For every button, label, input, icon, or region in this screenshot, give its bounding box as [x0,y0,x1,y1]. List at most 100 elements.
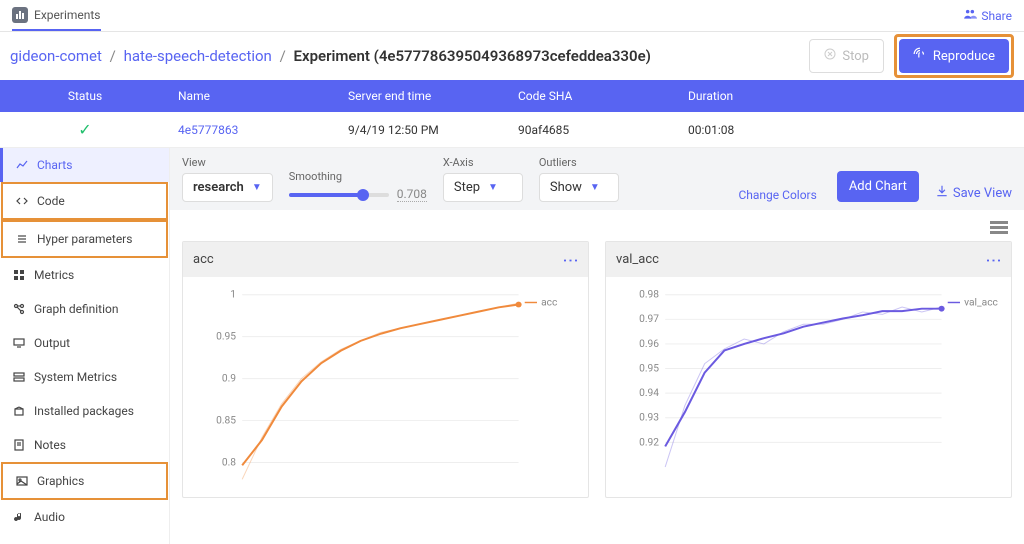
outliers-select[interactable]: Show ▼ [539,173,619,202]
breadcrumb-user[interactable]: gideon-comet [10,47,102,65]
svg-text:0.97: 0.97 [639,314,659,325]
sidebar-item-installed-packages[interactable]: Installed packages [0,394,169,428]
monitor-icon [12,336,26,350]
sidebar-label: Hyper parameters [37,232,132,246]
dur-cell: 00:01:08 [680,123,850,137]
change-colors-link[interactable]: Change Colors [734,188,820,202]
sidebar-label: Metrics [34,268,74,282]
action-buttons: Stop Reproduce [809,34,1014,78]
add-chart-button[interactable]: Add Chart [837,171,919,202]
breadcrumb-sep: / [110,47,116,65]
xaxis-value: Step [454,180,480,195]
svg-text:acc: acc [541,298,557,309]
chart-body-val-acc[interactable]: 0.920.930.940.950.960.970.98val_acc [606,277,1011,497]
table-header: Status Name Server end time Code SHA Dur… [0,80,1024,112]
download-icon [935,184,949,202]
stop-label: Stop [842,49,869,64]
sidebar-item-output[interactable]: Output [0,326,169,360]
breadcrumb-experiment: Experiment (4e577786395049368973cefeddea… [294,47,651,65]
reproduce-button[interactable]: Reproduce [899,39,1009,73]
stop-icon [824,48,836,64]
chart-card-acc: acc ⋮ 0.80.850.90.951acc [182,241,589,498]
svg-text:0.92: 0.92 [639,437,659,448]
sidebar-label: Graphics [37,474,84,488]
highlight-code: Code [1,182,168,220]
svg-text:0.96: 0.96 [639,339,659,350]
tab-label: Experiments [34,8,101,22]
people-icon [963,7,977,24]
share-button[interactable]: Share [963,7,1012,24]
sidebar-item-audio[interactable]: Audio [0,500,169,534]
package-icon [12,404,26,418]
tab-experiments[interactable]: Experiments [12,7,101,31]
stop-button[interactable]: Stop [809,39,884,73]
chevron-down-icon: ▼ [590,182,600,193]
save-view-button[interactable]: Save View [935,184,1012,202]
chevron-down-icon: ▼ [488,182,498,193]
svg-text:0.95: 0.95 [216,332,236,343]
time-cell: 9/4/19 12:50 PM [340,123,510,137]
sidebar-item-graphics[interactable]: Graphics [3,464,166,498]
sidebar-label: Notes [34,438,66,452]
xaxis-label: X-Axis [443,156,523,169]
more-icon[interactable]: ⋮ [985,253,1004,267]
music-note-icon [12,510,26,524]
sha-cell: 90af4685 [510,123,680,137]
col-sha: Code SHA [510,89,680,103]
chart-title: acc [193,252,214,267]
svg-text:0.85: 0.85 [216,416,236,427]
highlight-reproduce: Reproduce [894,34,1014,78]
smoothing-value[interactable]: 0.708 [397,187,427,202]
breadcrumb: gideon-comet / hate-speech-detection / E… [10,47,651,65]
grid-icon [12,268,26,282]
layout-toggle[interactable] [182,218,1012,241]
sidebar-item-metrics[interactable]: Metrics [0,258,169,292]
sidebar-item-code[interactable]: Code [3,184,166,218]
sidebar-label: Installed packages [34,404,134,418]
list-icon [15,232,29,246]
charts-area: acc ⋮ 0.80.850.90.951acc val_acc ⋮ 0.920… [170,210,1024,544]
sidebar: Charts Code Hyper parameters Metrics Gra… [0,148,170,544]
main-panel: View research ▼ Smoothing 0.708 X-Axis S… [170,148,1024,544]
view-value: research [193,180,244,195]
sidebar-item-system-metrics[interactable]: System Metrics [0,360,169,394]
col-dur: Duration [680,89,850,103]
sidebar-label: System Metrics [34,370,117,384]
name-cell[interactable]: 4e5777863 [170,123,340,137]
graph-icon [12,302,26,316]
sidebar-item-hyper-parameters[interactable]: Hyper parameters [3,222,166,256]
chart-card-val-acc: val_acc ⋮ 0.920.930.940.950.960.970.98va… [605,241,1012,498]
chevron-down-icon: ▼ [252,182,262,193]
sidebar-label: Output [34,336,70,350]
sidebar-label: Code [37,194,65,208]
note-icon [12,438,26,452]
server-icon [12,370,26,384]
share-label: Share [981,9,1012,23]
sidebar-label: Audio [34,510,65,524]
view-label: View [182,156,273,169]
col-status: Status [0,89,170,103]
sidebar-item-notes[interactable]: Notes [0,428,169,462]
smoothing-slider[interactable] [289,193,389,197]
more-icon[interactable]: ⋮ [562,253,581,267]
breadcrumb-row: gideon-comet / hate-speech-detection / E… [0,32,1024,80]
image-icon [15,474,29,488]
chart-title: val_acc [616,252,659,267]
view-select[interactable]: research ▼ [182,173,273,202]
svg-text:1: 1 [230,290,236,301]
breadcrumb-project[interactable]: hate-speech-detection [124,47,272,65]
svg-text:0.93: 0.93 [639,413,659,424]
smoothing-label: Smoothing [289,170,427,183]
reproduce-label: Reproduce [933,49,995,64]
bar-chart-icon [12,7,28,23]
highlight-hyper: Hyper parameters [1,220,168,258]
col-name: Name [170,89,340,103]
sidebar-item-charts[interactable]: Charts [0,148,169,182]
svg-text:0.94: 0.94 [639,388,659,399]
sidebar-label: Graph definition [34,302,119,316]
chart-body-acc[interactable]: 0.80.850.90.951acc [183,277,588,497]
chart-controls: View research ▼ Smoothing 0.708 X-Axis S… [170,148,1024,210]
sidebar-item-graph-definition[interactable]: Graph definition [0,292,169,326]
sidebar-label: Charts [37,158,72,172]
xaxis-select[interactable]: Step ▼ [443,173,523,202]
